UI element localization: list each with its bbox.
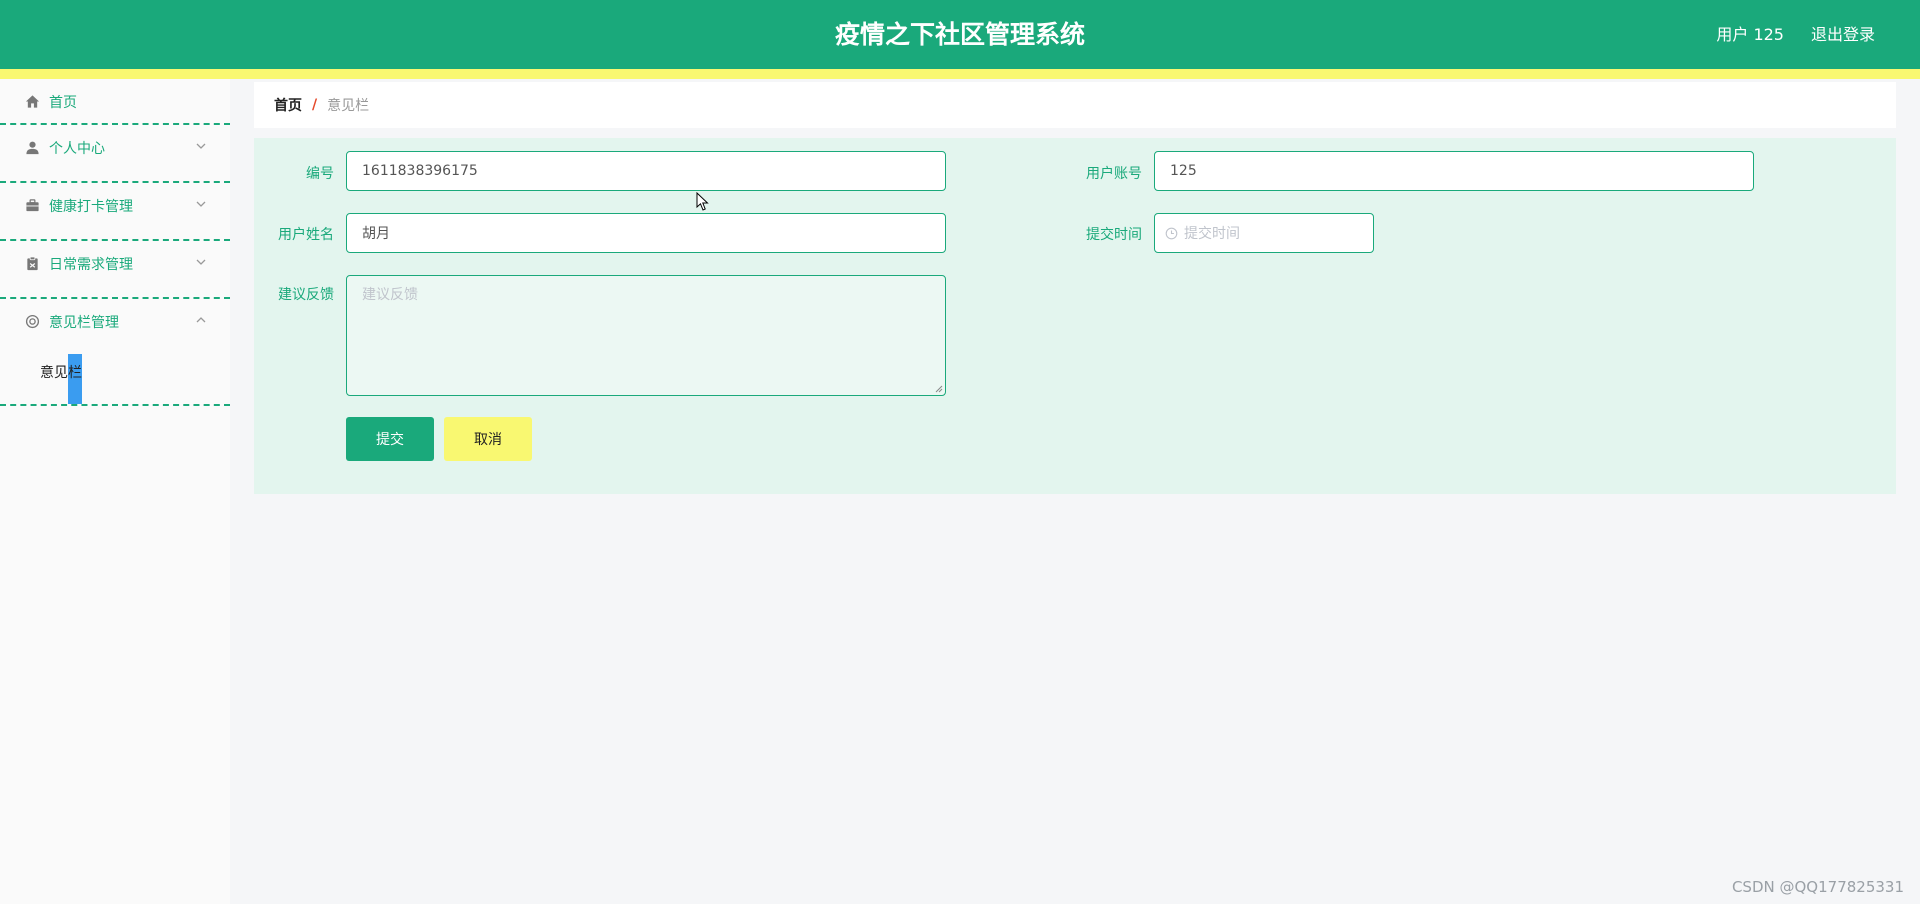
briefcase-icon [24, 198, 40, 214]
account-input[interactable]: 125 [1154, 151, 1754, 191]
lifebuoy-icon [24, 314, 40, 330]
user-icon [24, 140, 40, 156]
feedback-placeholder: 建议反馈 [362, 287, 418, 303]
menu-divider [0, 404, 230, 406]
watermark: CSDN @QQ177825331 [1731, 878, 1904, 896]
feedback-form: 编号 1611838396175 用户账号 125 用户姓名 胡月 提交时间 提… [254, 138, 1896, 494]
time-picker-input[interactable]: 提交时间 [1154, 213, 1374, 253]
mouse-cursor-icon [696, 192, 709, 211]
chevron-up-icon [196, 317, 206, 323]
feedback-textarea[interactable]: 建议反馈 [346, 275, 946, 396]
clock-icon [1165, 227, 1178, 239]
name-label: 用户姓名 [278, 227, 334, 243]
time-label: 提交时间 [1086, 227, 1142, 243]
id-input[interactable]: 1611838396175 [346, 151, 946, 191]
submit-button[interactable]: 提交 [346, 417, 434, 461]
name-input[interactable]: 胡月 [346, 213, 946, 253]
breadcrumb-separator: / [312, 97, 318, 113]
id-label: 编号 [306, 166, 334, 182]
clipboard-icon [24, 256, 40, 272]
sidebar-item-health-checkin[interactable]: 健康打卡管理 [0, 183, 230, 228]
breadcrumb-current: 意见栏 [327, 98, 370, 114]
sidebar-item-personal-center[interactable]: 个人中心 [0, 125, 230, 170]
sidebar-item-home[interactable]: 首页 [0, 79, 230, 124]
sidebar-item-label: 意见栏管理 [49, 314, 119, 331]
chevron-down-icon [196, 201, 206, 207]
feedback-label: 建议反馈 [278, 287, 334, 303]
cancel-button[interactable]: 取消 [444, 417, 532, 461]
chevron-down-icon [196, 259, 206, 265]
sidebar-item-feedback-management[interactable]: 意见栏管理 [0, 299, 230, 344]
resize-grip-icon[interactable] [935, 385, 943, 393]
sidebar-subitem-feedback[interactable]: 意见栏 [40, 360, 82, 386]
sidebar-item-label: 健康打卡管理 [49, 198, 133, 215]
user-info: 用户 125 [1716, 25, 1784, 44]
sidebar-item-label: 首页 [49, 94, 77, 111]
sidebar-item-daily-needs[interactable]: 日常需求管理 [0, 241, 230, 286]
sidebar-item-label: 个人中心 [49, 140, 105, 157]
logout-button[interactable]: 退出登录 [1811, 0, 1875, 69]
breadcrumb-home[interactable]: 首页 [274, 95, 302, 115]
app-title: 疫情之下社区管理系统 [834, 20, 1085, 49]
home-icon [24, 94, 40, 110]
chevron-down-icon [196, 143, 206, 149]
time-placeholder: 提交时间 [1184, 226, 1240, 242]
sidebar-item-label: 日常需求管理 [49, 256, 133, 273]
header-stripe [0, 69, 1920, 79]
breadcrumb: 首页 / 意见栏 [254, 82, 1896, 128]
sidebar: 首页 个人中心 健康打卡管理 日常需求管理 意见栏管理 [0, 79, 230, 904]
account-label: 用户账号 [1086, 166, 1142, 182]
